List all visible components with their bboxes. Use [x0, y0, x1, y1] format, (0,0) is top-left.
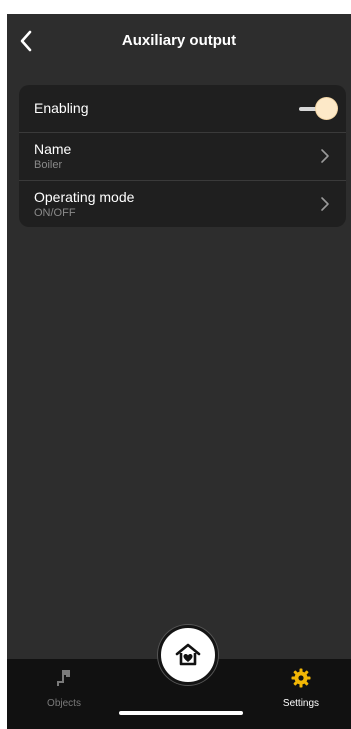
tab-objects[interactable]: Objects	[24, 667, 104, 709]
page-title: Auxiliary output	[121, 32, 237, 49]
faucet-icon	[57, 670, 70, 686]
tab-settings[interactable]: Settings	[261, 667, 341, 709]
name-label: Name	[34, 141, 72, 157]
tab-settings-label: Settings	[282, 698, 320, 709]
chevron-right-icon	[321, 197, 329, 211]
home-heart-icon	[175, 643, 201, 666]
screen: Auxiliary output Enabling Name Boiler Op…	[7, 14, 351, 729]
gear-icon	[291, 668, 311, 688]
home-indicator	[119, 711, 243, 715]
enabling-label: Enabling	[34, 100, 89, 116]
settings-card: Enabling Name Boiler Operating mode ON/O…	[19, 85, 346, 227]
name-value: Boiler	[34, 159, 63, 171]
chevron-right-icon	[321, 149, 329, 163]
operating-mode-row[interactable]: Operating mode ON/OFF	[19, 181, 346, 227]
home-button[interactable]	[158, 625, 218, 685]
toggle-knob	[316, 98, 337, 119]
enabling-toggle[interactable]	[297, 97, 337, 121]
enabling-row: Enabling	[19, 85, 346, 133]
tab-objects-label: Objects	[47, 698, 81, 709]
operating-mode-value: ON/OFF	[34, 207, 76, 219]
operating-mode-label: Operating mode	[34, 189, 135, 205]
name-row[interactable]: Name Boiler	[19, 133, 346, 181]
header: Auxiliary output	[7, 14, 351, 70]
